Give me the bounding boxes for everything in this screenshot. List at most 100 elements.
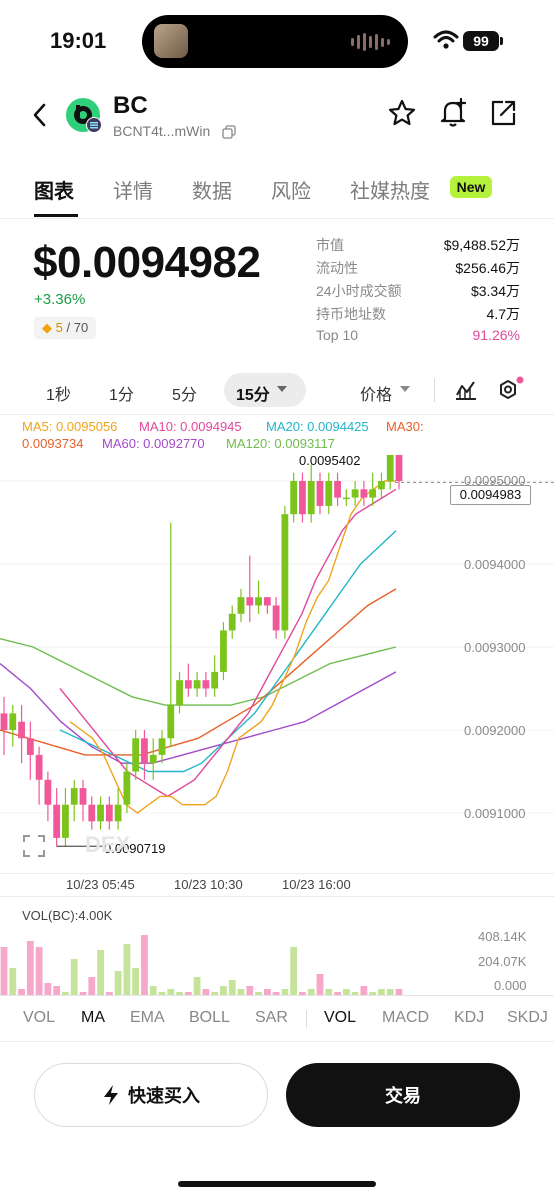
interval-dropdown-icon[interactable] xyxy=(276,385,288,393)
fullscreen-icon[interactable] xyxy=(22,834,46,858)
candle xyxy=(141,738,148,764)
interval-1m[interactable]: 1分 xyxy=(109,381,134,405)
tab-details[interactable]: 详情 xyxy=(113,175,153,204)
ma10-line xyxy=(59,488,397,798)
indicator-kdj[interactable]: KDJ xyxy=(454,1009,484,1027)
dynamic-island[interactable] xyxy=(142,15,408,68)
tab-social-heat[interactable]: 社媒热度 xyxy=(350,175,430,204)
trade-button[interactable]: 交易 xyxy=(286,1063,520,1127)
battery-icon: 99 xyxy=(463,31,499,51)
quick-buy-button[interactable]: 快速买入 xyxy=(34,1063,268,1127)
volume-chart xyxy=(0,935,403,995)
x-tick-label: 10/23 05:45 xyxy=(66,877,135,892)
indicator-bottom-divider xyxy=(0,1041,554,1042)
candle xyxy=(395,455,403,481)
stat-label-market-cap: 市值 xyxy=(316,237,344,253)
candle xyxy=(184,680,192,689)
volume-bar xyxy=(53,986,61,995)
tab-chart[interactable]: 图表 xyxy=(34,175,74,204)
volume-bar xyxy=(290,947,298,995)
candle xyxy=(316,481,324,506)
volume-bar xyxy=(0,947,8,995)
add-alert-icon[interactable] xyxy=(437,97,469,129)
indicator-sar[interactable]: SAR xyxy=(255,1009,288,1027)
stat-label-volume-24h: 24小时成交额 xyxy=(316,283,402,299)
volume-bar xyxy=(70,959,78,995)
candle xyxy=(70,788,78,805)
score-diamond-icon: ◆ xyxy=(42,320,52,335)
indicator-ema[interactable]: EMA xyxy=(130,1009,165,1027)
indicator-skdj[interactable]: SKDJ xyxy=(507,1009,548,1027)
candle xyxy=(290,481,298,515)
stat-label-liquidity: 流动性 xyxy=(316,260,358,276)
volume-bar xyxy=(97,950,104,995)
share-icon[interactable] xyxy=(489,99,517,127)
toolbar-divider xyxy=(434,378,435,402)
volume-bar xyxy=(44,983,52,995)
indicator-chart-icon[interactable] xyxy=(454,378,478,402)
y-tick-label: 0.0092000 xyxy=(464,723,526,738)
candle xyxy=(255,597,262,606)
stat-label-holders: 持币地址数 xyxy=(316,306,386,322)
stat-value-market-cap: $9,488.52万 xyxy=(443,237,520,253)
price-dropdown-icon[interactable] xyxy=(399,385,411,393)
volume-bar xyxy=(141,935,148,995)
candle xyxy=(237,597,245,614)
volume-bar xyxy=(123,944,131,995)
x-tick-label: 10/23 16:00 xyxy=(282,877,351,892)
price-change: +3.36% xyxy=(34,291,86,308)
candle xyxy=(228,613,236,631)
indicator-ma[interactable]: MA xyxy=(81,1009,105,1027)
interval-1s[interactable]: 1秒 xyxy=(46,381,71,405)
ma10-legend: MA10: 0.0094945 xyxy=(139,419,242,434)
back-icon[interactable] xyxy=(30,102,50,128)
ma60-line xyxy=(0,663,397,764)
candle xyxy=(0,713,8,730)
stat-label-top10: Top 10 xyxy=(316,327,359,343)
candle xyxy=(202,680,210,689)
candle xyxy=(114,804,122,822)
current-price: $0.0094982 xyxy=(33,238,261,287)
indicator-vol-main[interactable]: VOL xyxy=(23,1009,55,1027)
y-tick-label: 0.0091000 xyxy=(464,806,526,821)
price-toggle[interactable]: 价格 xyxy=(360,381,392,405)
candle xyxy=(158,738,166,755)
ma30-legend-value: 0.0093734 xyxy=(22,436,84,451)
settings-icon[interactable] xyxy=(496,376,524,404)
volume-bar xyxy=(316,974,324,995)
candle xyxy=(167,705,175,739)
copy-icon[interactable] xyxy=(222,125,236,139)
tab-data[interactable]: 数据 xyxy=(192,175,232,204)
score-value: 5 xyxy=(55,320,63,335)
indicator-vol-sub[interactable]: VOL xyxy=(324,1009,356,1027)
candle xyxy=(386,455,394,481)
volume-bar xyxy=(193,977,201,995)
interval-5m[interactable]: 5分 xyxy=(172,381,197,405)
current-price-tag: 0.0094983 xyxy=(450,485,531,505)
interval-15m[interactable]: 15分 xyxy=(236,381,270,405)
candle xyxy=(149,754,157,764)
tab-underline xyxy=(34,214,78,217)
candle xyxy=(88,804,96,822)
volume-bar xyxy=(35,947,43,995)
candle xyxy=(307,481,315,515)
candle xyxy=(193,680,201,689)
candle xyxy=(97,804,104,822)
star-icon[interactable] xyxy=(387,98,417,128)
indicator-macd[interactable]: MACD xyxy=(382,1009,429,1027)
ma120-line xyxy=(0,638,397,706)
trade-label: 交易 xyxy=(385,1086,421,1106)
security-score[interactable]: ◆ 5 / 70 xyxy=(34,317,97,339)
candle xyxy=(35,754,43,780)
candle xyxy=(9,713,17,730)
volume-bar xyxy=(9,968,17,995)
volume-bar xyxy=(26,941,34,995)
tab-risk[interactable]: 风险 xyxy=(271,175,311,204)
y-tick-label: 0.0093000 xyxy=(464,640,526,655)
candle xyxy=(325,481,333,506)
ma5-legend: MA5: 0.0095056 xyxy=(22,419,118,434)
now-playing-thumbnail xyxy=(154,24,188,58)
volume-bar xyxy=(220,986,227,995)
indicator-boll[interactable]: BOLL xyxy=(189,1009,230,1027)
candle xyxy=(220,630,227,672)
